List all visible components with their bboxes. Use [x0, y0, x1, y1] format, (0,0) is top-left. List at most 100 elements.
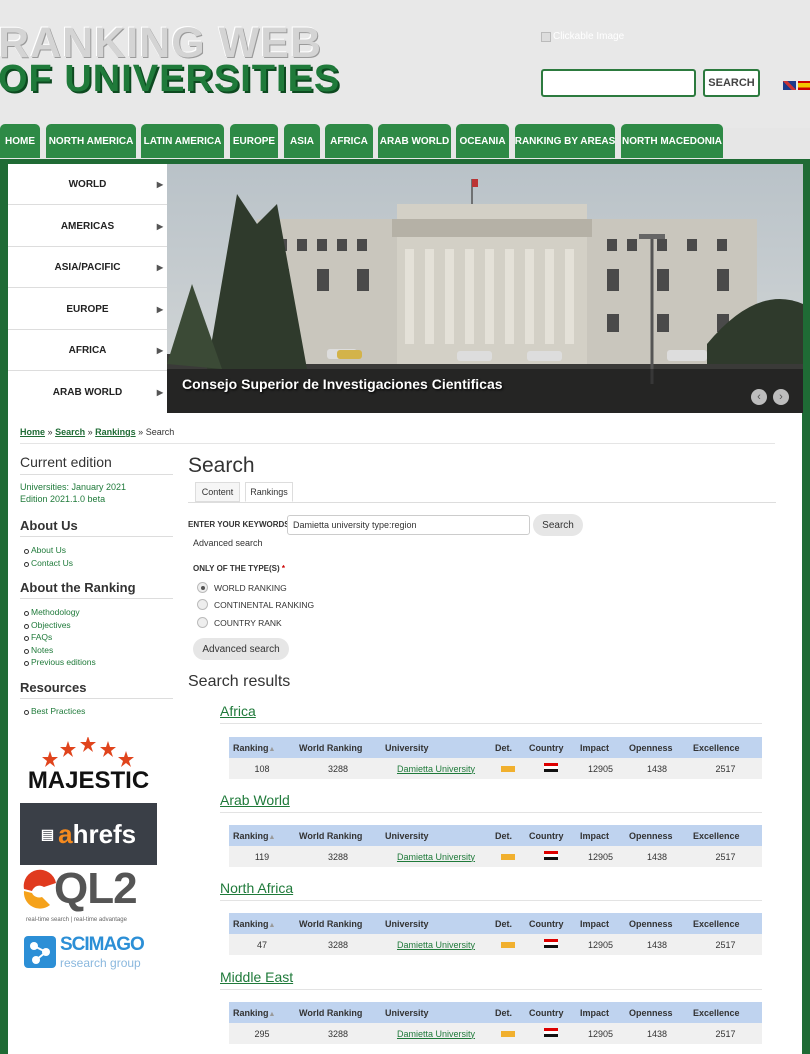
col-impact[interactable]: Impact [576, 737, 625, 758]
col-country[interactable]: Country [525, 737, 576, 758]
col-world-ranking[interactable]: World Ranking [295, 825, 381, 846]
link-methodology[interactable]: Methodology [24, 606, 96, 619]
link-notes[interactable]: Notes [24, 644, 96, 657]
col-det[interactable]: Det. [491, 825, 525, 846]
nav-latin-america[interactable]: LATIN AMERICA [141, 124, 224, 158]
cell-det[interactable] [491, 934, 525, 955]
results-table: Ranking▲ World Ranking University Det. C… [229, 1002, 762, 1044]
col-world-ranking[interactable]: World Ranking [295, 913, 381, 934]
col-openness[interactable]: Openness [625, 825, 689, 846]
result-group-title[interactable]: Africa [220, 703, 256, 719]
col-university[interactable]: University [381, 825, 491, 846]
col-excellence[interactable]: Excellence [689, 1002, 762, 1023]
link-about-us[interactable]: About Us [24, 544, 73, 557]
result-group-title[interactable]: Arab World [220, 792, 290, 808]
cell-det[interactable] [491, 1023, 525, 1044]
col-excellence[interactable]: Excellence [689, 737, 762, 758]
nav-north-macedonia[interactable]: NORTH MACEDONIA [621, 124, 723, 158]
nav-oceania[interactable]: OCEANIA [456, 124, 509, 158]
result-group-title[interactable]: North Africa [220, 880, 293, 896]
cell-university-link[interactable]: Damietta University [381, 934, 491, 955]
clickable-image[interactable]: Clickable Image [541, 31, 624, 42]
link-previous-editions[interactable]: Previous editions [24, 656, 96, 669]
col-det[interactable]: Det. [491, 1002, 525, 1023]
ahrefs-logo[interactable]: ▤ a hrefs [20, 803, 157, 865]
col-country[interactable]: Country [525, 913, 576, 934]
col-openness[interactable]: Openness [625, 913, 689, 934]
col-ranking[interactable]: Ranking▲ [229, 913, 295, 934]
side-menu-asia-pacific[interactable]: ASIA/PACIFIC ▶ [8, 247, 167, 288]
scimago-logo[interactable]: SCIMAGO research group [24, 933, 154, 973]
col-excellence[interactable]: Excellence [689, 913, 762, 934]
breadcrumb-home[interactable]: Home [20, 427, 45, 437]
majestic-logo[interactable]: MAJESTIC [20, 736, 157, 800]
radio-continental-ranking[interactable] [197, 599, 208, 610]
col-university[interactable]: University [381, 913, 491, 934]
header-search-input[interactable] [541, 69, 696, 97]
radio-label-world-ranking[interactable]: WORLD RANKING [214, 583, 287, 593]
search-button[interactable]: Search [533, 514, 583, 536]
side-menu-europe[interactable]: EUROPE ▶ [8, 289, 167, 330]
col-openness[interactable]: Openness [625, 737, 689, 758]
radio-label-country-rank[interactable]: COUNTRY RANK [214, 618, 282, 628]
nav-home[interactable]: HOME [0, 124, 40, 158]
col-det[interactable]: Det. [491, 737, 525, 758]
link-contact-us[interactable]: Contact Us [24, 557, 73, 570]
slider-next-button[interactable]: › [773, 389, 789, 405]
about-us-list: About Us Contact Us [24, 544, 73, 569]
ql2-logo[interactable]: QL2 real-time search | real-time advanta… [20, 867, 160, 929]
nav-europe[interactable]: EUROPE [230, 124, 278, 158]
link-best-practices[interactable]: Best Practices [24, 705, 85, 718]
col-country[interactable]: Country [525, 825, 576, 846]
english-flag-icon[interactable] [783, 81, 796, 90]
logo-line2[interactable]: OF UNIVERSITIES [0, 60, 340, 98]
side-menu-americas[interactable]: AMERICAS ▶ [8, 206, 167, 247]
radio-country-rank[interactable] [197, 617, 208, 628]
col-ranking[interactable]: Ranking▲ [229, 1002, 295, 1023]
col-ranking-label: Ranking [233, 742, 269, 753]
nav-north-america[interactable]: NORTH AMERICA [46, 124, 136, 158]
keywords-input[interactable] [287, 515, 530, 535]
tab-rankings[interactable]: Rankings [245, 482, 293, 502]
advanced-search-link[interactable]: Advanced search [193, 538, 263, 548]
breadcrumb-rankings[interactable]: Rankings [95, 427, 136, 437]
header-search-button[interactable]: SEARCH [703, 69, 760, 97]
cell-university-link[interactable]: Damietta University [381, 1023, 491, 1044]
col-country[interactable]: Country [525, 1002, 576, 1023]
slide-caption[interactable]: Consejo Superior de Investigaciones Cien… [182, 376, 503, 392]
col-impact[interactable]: Impact [576, 1002, 625, 1023]
link-faqs[interactable]: FAQs [24, 631, 96, 644]
tab-content[interactable]: Content [195, 482, 240, 502]
radio-world-ranking[interactable] [197, 582, 208, 593]
col-university[interactable]: University [381, 1002, 491, 1023]
broken-image-icon [541, 31, 551, 42]
result-group-title[interactable]: Middle East [220, 969, 293, 985]
side-menu-world[interactable]: WORLD ▶ [8, 164, 167, 205]
side-menu-arab-world[interactable]: ARAB WORLD ▶ [8, 372, 167, 413]
col-ranking[interactable]: Ranking▲ [229, 825, 295, 846]
breadcrumb-search[interactable]: Search [55, 427, 85, 437]
link-objectives[interactable]: Objectives [24, 619, 96, 632]
cell-university-link[interactable]: Damietta University [381, 758, 491, 779]
col-ranking[interactable]: Ranking▲ [229, 737, 295, 758]
side-menu-africa[interactable]: AFRICA ▶ [8, 330, 167, 371]
col-openness[interactable]: Openness [625, 1002, 689, 1023]
spanish-flag-icon[interactable] [798, 81, 810, 90]
cell-det[interactable] [491, 846, 525, 867]
nav-asia[interactable]: ASIA [284, 124, 320, 158]
col-det[interactable]: Det. [491, 913, 525, 934]
nav-ranking-by-areas[interactable]: RANKING BY AREAS [515, 124, 615, 158]
col-impact[interactable]: Impact [576, 825, 625, 846]
advanced-search-button[interactable]: Advanced search [193, 638, 289, 660]
radio-label-continental-ranking[interactable]: CONTINENTAL RANKING [214, 600, 314, 610]
cell-det[interactable] [491, 758, 525, 779]
col-excellence[interactable]: Excellence [689, 825, 762, 846]
nav-africa[interactable]: AFRICA [325, 124, 373, 158]
col-world-ranking[interactable]: World Ranking [295, 1002, 381, 1023]
nav-arab-world[interactable]: ARAB WORLD [378, 124, 451, 158]
cell-university-link[interactable]: Damietta University [381, 846, 491, 867]
col-world-ranking[interactable]: World Ranking [295, 737, 381, 758]
slider-prev-button[interactable]: ‹ [751, 389, 767, 405]
col-impact[interactable]: Impact [576, 913, 625, 934]
col-university[interactable]: University [381, 737, 491, 758]
